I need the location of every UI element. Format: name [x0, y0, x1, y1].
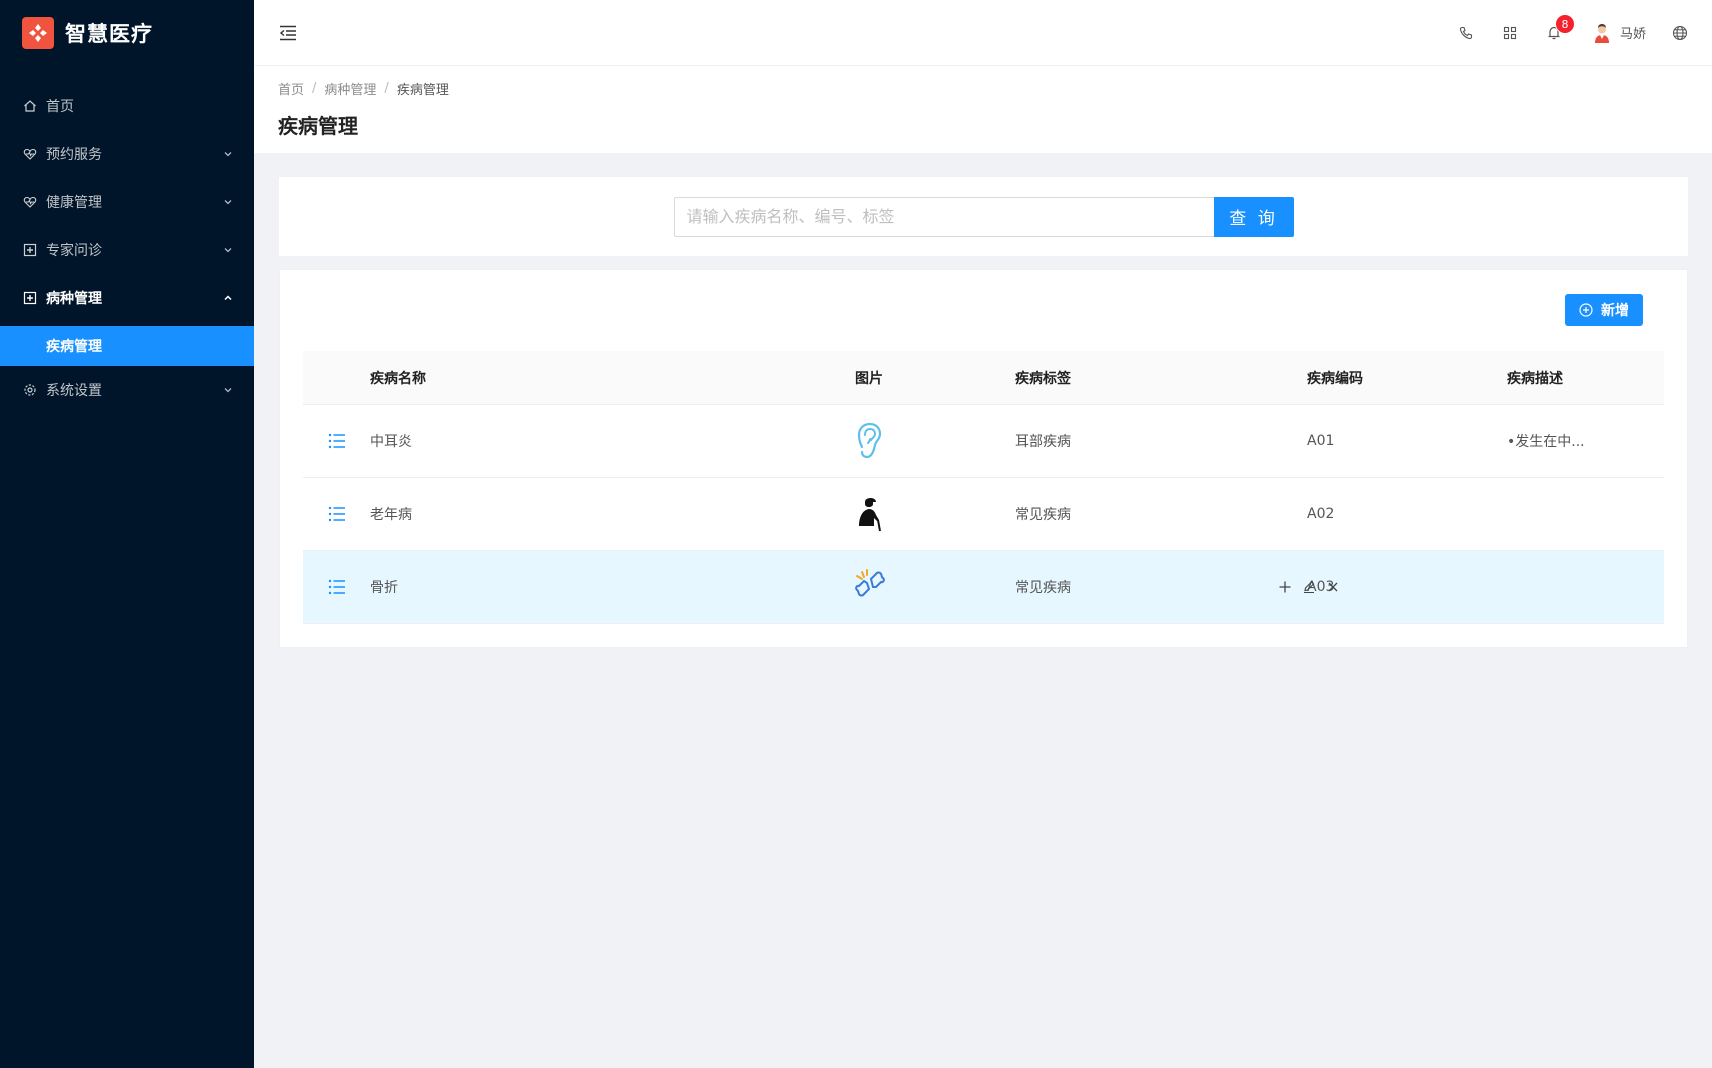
logo-icon: [22, 17, 54, 49]
breadcrumb-item[interactable]: 病种管理: [324, 79, 376, 98]
chevron-down-icon: [222, 148, 234, 160]
user-name: 马娇: [1619, 27, 1646, 42]
sidebar-subitem-disease-management[interactable]: 疾病管理: [0, 326, 254, 366]
sidebar-menu: 首页 预约服务 健康管理 专家问诊 病种管理 疾病管理 系统设置: [0, 82, 254, 414]
column-header-description: 疾病描述: [1507, 370, 1563, 387]
column-header-code: 疾病编码: [1307, 370, 1363, 387]
app: 智慧医疗 首页 预约服务 健康管理 专家问诊 病种管理 疾病管理 系统设置 8 …: [0, 0, 1712, 1068]
drag-list-icon[interactable]: [327, 504, 347, 524]
disease-tag: 常见疾病: [1015, 580, 1071, 596]
chevron-down-icon: [222, 384, 234, 396]
menu-fold-icon[interactable]: [278, 23, 298, 43]
user-menu[interactable]: 马娇: [1592, 23, 1646, 43]
heart-pulse-icon: [22, 146, 38, 162]
drag-list-icon[interactable]: [327, 431, 347, 451]
disease-table-card: 新增 疾病名称 图片 疾病标签 疾病编码 疾病描述 中耳炎 耳部疾病 A01 •…: [279, 269, 1688, 648]
drag-list-icon[interactable]: [327, 577, 347, 597]
bell-icon[interactable]: 8: [1545, 13, 1575, 42]
search-input[interactable]: [673, 196, 1214, 237]
table-row[interactable]: 中耳炎 耳部疾病 A01 •发生在中...: [303, 405, 1664, 478]
sidebar-item-label: 健康管理: [46, 195, 102, 211]
disease-code: A01: [1307, 433, 1335, 449]
home-icon: [22, 98, 38, 114]
apps-grid-icon[interactable]: [1501, 24, 1519, 42]
heart-pulse-icon: [22, 194, 38, 210]
close-icon[interactable]: [1325, 579, 1341, 595]
column-header-tag: 疾病标签: [1015, 370, 1071, 387]
chevron-down-icon: [222, 244, 234, 256]
sidebar-item-settings[interactable]: 系统设置: [0, 366, 254, 414]
logo[interactable]: 智慧医疗: [0, 0, 254, 66]
gear-icon: [22, 382, 38, 398]
table-row[interactable]: 骨折 常见疾病 A03: [303, 551, 1664, 624]
globe-icon[interactable]: [1671, 24, 1689, 42]
disease-name: 中耳炎: [370, 434, 412, 450]
disease-tag: 耳部疾病: [1015, 434, 1071, 450]
disease-name: 骨折: [370, 580, 398, 596]
add-button[interactable]: 新增: [1565, 294, 1643, 326]
sidebar-item-home[interactable]: 首页: [0, 82, 254, 130]
sidebar-item-consultation[interactable]: 专家问诊: [0, 226, 254, 274]
breadcrumb-current: 疾病管理: [396, 82, 449, 98]
elderly-person-icon: [851, 494, 887, 534]
sidebar-item-health[interactable]: 健康管理: [0, 178, 254, 226]
disease-code: A02: [1307, 506, 1335, 522]
chevron-down-icon: [222, 196, 234, 208]
sidebar-item-appointment[interactable]: 预约服务: [0, 130, 254, 178]
sidebar-item-label: 系统设置: [46, 383, 102, 399]
breadcrumb-separator: /: [384, 80, 389, 96]
table-header: 疾病名称 图片 疾病标签 疾病编码 疾病描述: [303, 351, 1664, 405]
column-header-image: 图片: [855, 370, 883, 387]
sidebar: 智慧医疗 首页 预约服务 健康管理 专家问诊 病种管理 疾病管理 系统设置: [0, 0, 254, 1068]
breadcrumb-item[interactable]: 首页: [278, 79, 304, 98]
plus-circle-icon: [1579, 303, 1593, 317]
edit-icon[interactable]: [1301, 579, 1317, 595]
breadcrumb: 首页 / 病种管理 / 疾病管理: [278, 78, 1688, 98]
sidebar-item-label: 预约服务: [46, 147, 102, 163]
notification-badge: 8: [1554, 13, 1575, 34]
sidebar-item-label: 专家问诊: [46, 243, 102, 259]
row-actions: [1277, 551, 1349, 623]
medical-plus-icon: [22, 290, 38, 306]
page-header: 首页 / 病种管理 / 疾病管理 疾病管理: [254, 66, 1712, 153]
plus-icon[interactable]: [1277, 579, 1293, 595]
sidebar-item-label: 病种管理: [46, 291, 102, 307]
header-actions: 8 马娇: [1444, 13, 1712, 43]
table-row[interactable]: 老年病 常见疾病 A02: [303, 478, 1664, 551]
phone-icon[interactable]: [1457, 24, 1475, 42]
top-header: 8 马娇: [254, 0, 1712, 66]
avatar: [1592, 23, 1612, 43]
chevron-up-icon: [222, 292, 234, 304]
app-name: 智慧医疗: [65, 22, 153, 46]
sidebar-item-disease-category[interactable]: 病种管理: [0, 274, 254, 322]
search-card: 查 询: [279, 177, 1688, 256]
ear-icon: [851, 421, 887, 461]
medical-plus-icon: [22, 242, 38, 258]
search-button[interactable]: 查 询: [1213, 196, 1294, 237]
column-header-name: 疾病名称: [370, 370, 426, 387]
broken-bone-icon: [851, 567, 887, 607]
breadcrumb-separator: /: [312, 80, 317, 96]
add-button-label: 新增: [1601, 303, 1629, 319]
sidebar-item-label: 首页: [46, 99, 74, 115]
disease-description: •发生在中...: [1507, 434, 1585, 450]
disease-name: 老年病: [370, 507, 412, 523]
disease-table: 疾病名称 图片 疾病标签 疾病编码 疾病描述 中耳炎 耳部疾病 A01 •发生在…: [303, 351, 1664, 624]
disease-tag: 常见疾病: [1015, 507, 1071, 523]
page-title: 疾病管理: [278, 114, 358, 138]
